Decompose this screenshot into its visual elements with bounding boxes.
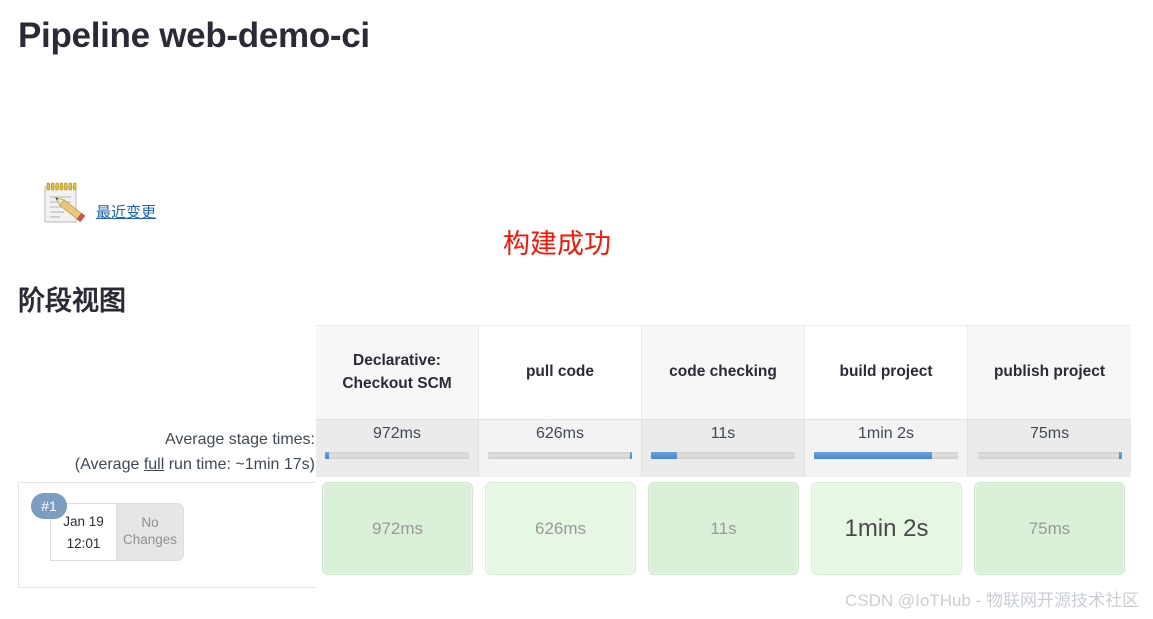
stage-result-box[interactable]: 626ms	[485, 482, 636, 575]
stage-average-cell: 11s	[642, 419, 805, 477]
avg-prefix: (Average	[74, 455, 144, 473]
stage-view-heading: 阶段视图	[18, 286, 126, 316]
stage-duration-bar-fill	[325, 451, 330, 459]
stage-header-cell[interactable]: Declarative: Checkout SCM	[316, 325, 479, 419]
average-full-run-time-label: (Average full run time: ~1min 17s)	[15, 453, 315, 478]
stage-duration-bar	[651, 451, 795, 459]
stage-average-cell: 972ms	[316, 419, 479, 477]
avg-underlined-word: full	[143, 455, 165, 473]
stage-build-cell[interactable]: 972ms	[316, 477, 479, 581]
stage-duration-bar-fill	[651, 451, 677, 459]
recent-changes-link[interactable]: 最近变更	[96, 201, 156, 222]
recent-changes-row[interactable]: 最近变更	[38, 178, 156, 226]
stage-average-time: 75ms	[1029, 425, 1070, 442]
stage-header-row: Declarative: Checkout SCM pull code code c…	[316, 325, 1131, 419]
stage-average-time: 972ms	[372, 425, 422, 442]
stage-result-box[interactable]: 972ms	[322, 482, 473, 575]
build-meta: Jan 19 12:01 No Changes	[50, 503, 184, 561]
stage-duration-bar	[488, 451, 632, 459]
stage-build-cell[interactable]: 11s	[642, 477, 805, 581]
build-date: Jan 19	[63, 513, 104, 529]
stage-duration-bar	[325, 451, 469, 459]
stage-header-cell[interactable]: build project	[805, 325, 968, 419]
stage-average-time: 11s	[710, 425, 736, 442]
stage-average-time: 626ms	[535, 425, 585, 442]
stage-build-cell[interactable]: 1min 2s	[805, 477, 968, 581]
stage-duration-bar-fill	[629, 451, 632, 459]
build-status-text: 构建成功	[503, 229, 611, 259]
average-stage-times-legend: Average stage times: (Average full run t…	[15, 428, 315, 478]
stage-duration-bar	[977, 451, 1122, 459]
watermark: CSDN @IoTHub - 物联网开源技术社区	[844, 591, 1139, 610]
stage-average-cell: 626ms	[479, 419, 642, 477]
stage-average-time: 1min 2s	[857, 425, 915, 442]
stage-result-box[interactable]: 75ms	[974, 482, 1125, 575]
stage-header-cell[interactable]: pull code	[479, 325, 642, 419]
stage-header-cell[interactable]: publish project	[968, 325, 1131, 419]
stage-build-cell[interactable]: 626ms	[479, 477, 642, 581]
build-row-left-panel[interactable]: #1 Jan 19 12:01 No Changes	[18, 482, 316, 588]
stage-average-cell: 75ms	[968, 419, 1131, 477]
stage-result-box[interactable]: 1min 2s	[811, 482, 962, 575]
page-title: Pipeline web-demo-ci	[18, 16, 370, 55]
stage-build-cell[interactable]: 75ms	[968, 477, 1131, 581]
build-changes-label[interactable]: No Changes	[116, 503, 184, 561]
stage-average-cell: 1min 2s	[805, 419, 968, 477]
build-number-badge[interactable]: #1	[31, 493, 67, 519]
stage-duration-bar-fill	[1119, 451, 1122, 459]
pipeline-stage-view-page: Pipeline web-demo-ci 最近变更 构建成功 阶段视图 Aver…	[0, 0, 1153, 619]
avg-suffix: run time: ~1min 17s)	[164, 455, 315, 473]
build-time: 12:01	[66, 535, 101, 551]
average-stage-times-label: Average stage times:	[164, 431, 315, 448]
stage-duration-bar	[814, 451, 958, 459]
notepad-pencil-icon	[38, 178, 90, 226]
stage-view-table: Declarative: Checkout SCM pull code code c…	[316, 325, 1131, 581]
stage-average-row: 972ms 626ms 11s 1min 2s 75ms	[316, 419, 1131, 477]
stage-duration-bar-fill	[814, 451, 933, 459]
stage-result-box[interactable]: 11s	[648, 482, 799, 575]
stage-build-row: 972ms 626ms 11s 1min 2s 75ms	[316, 477, 1131, 581]
stage-header-cell[interactable]: code checking	[642, 325, 805, 419]
